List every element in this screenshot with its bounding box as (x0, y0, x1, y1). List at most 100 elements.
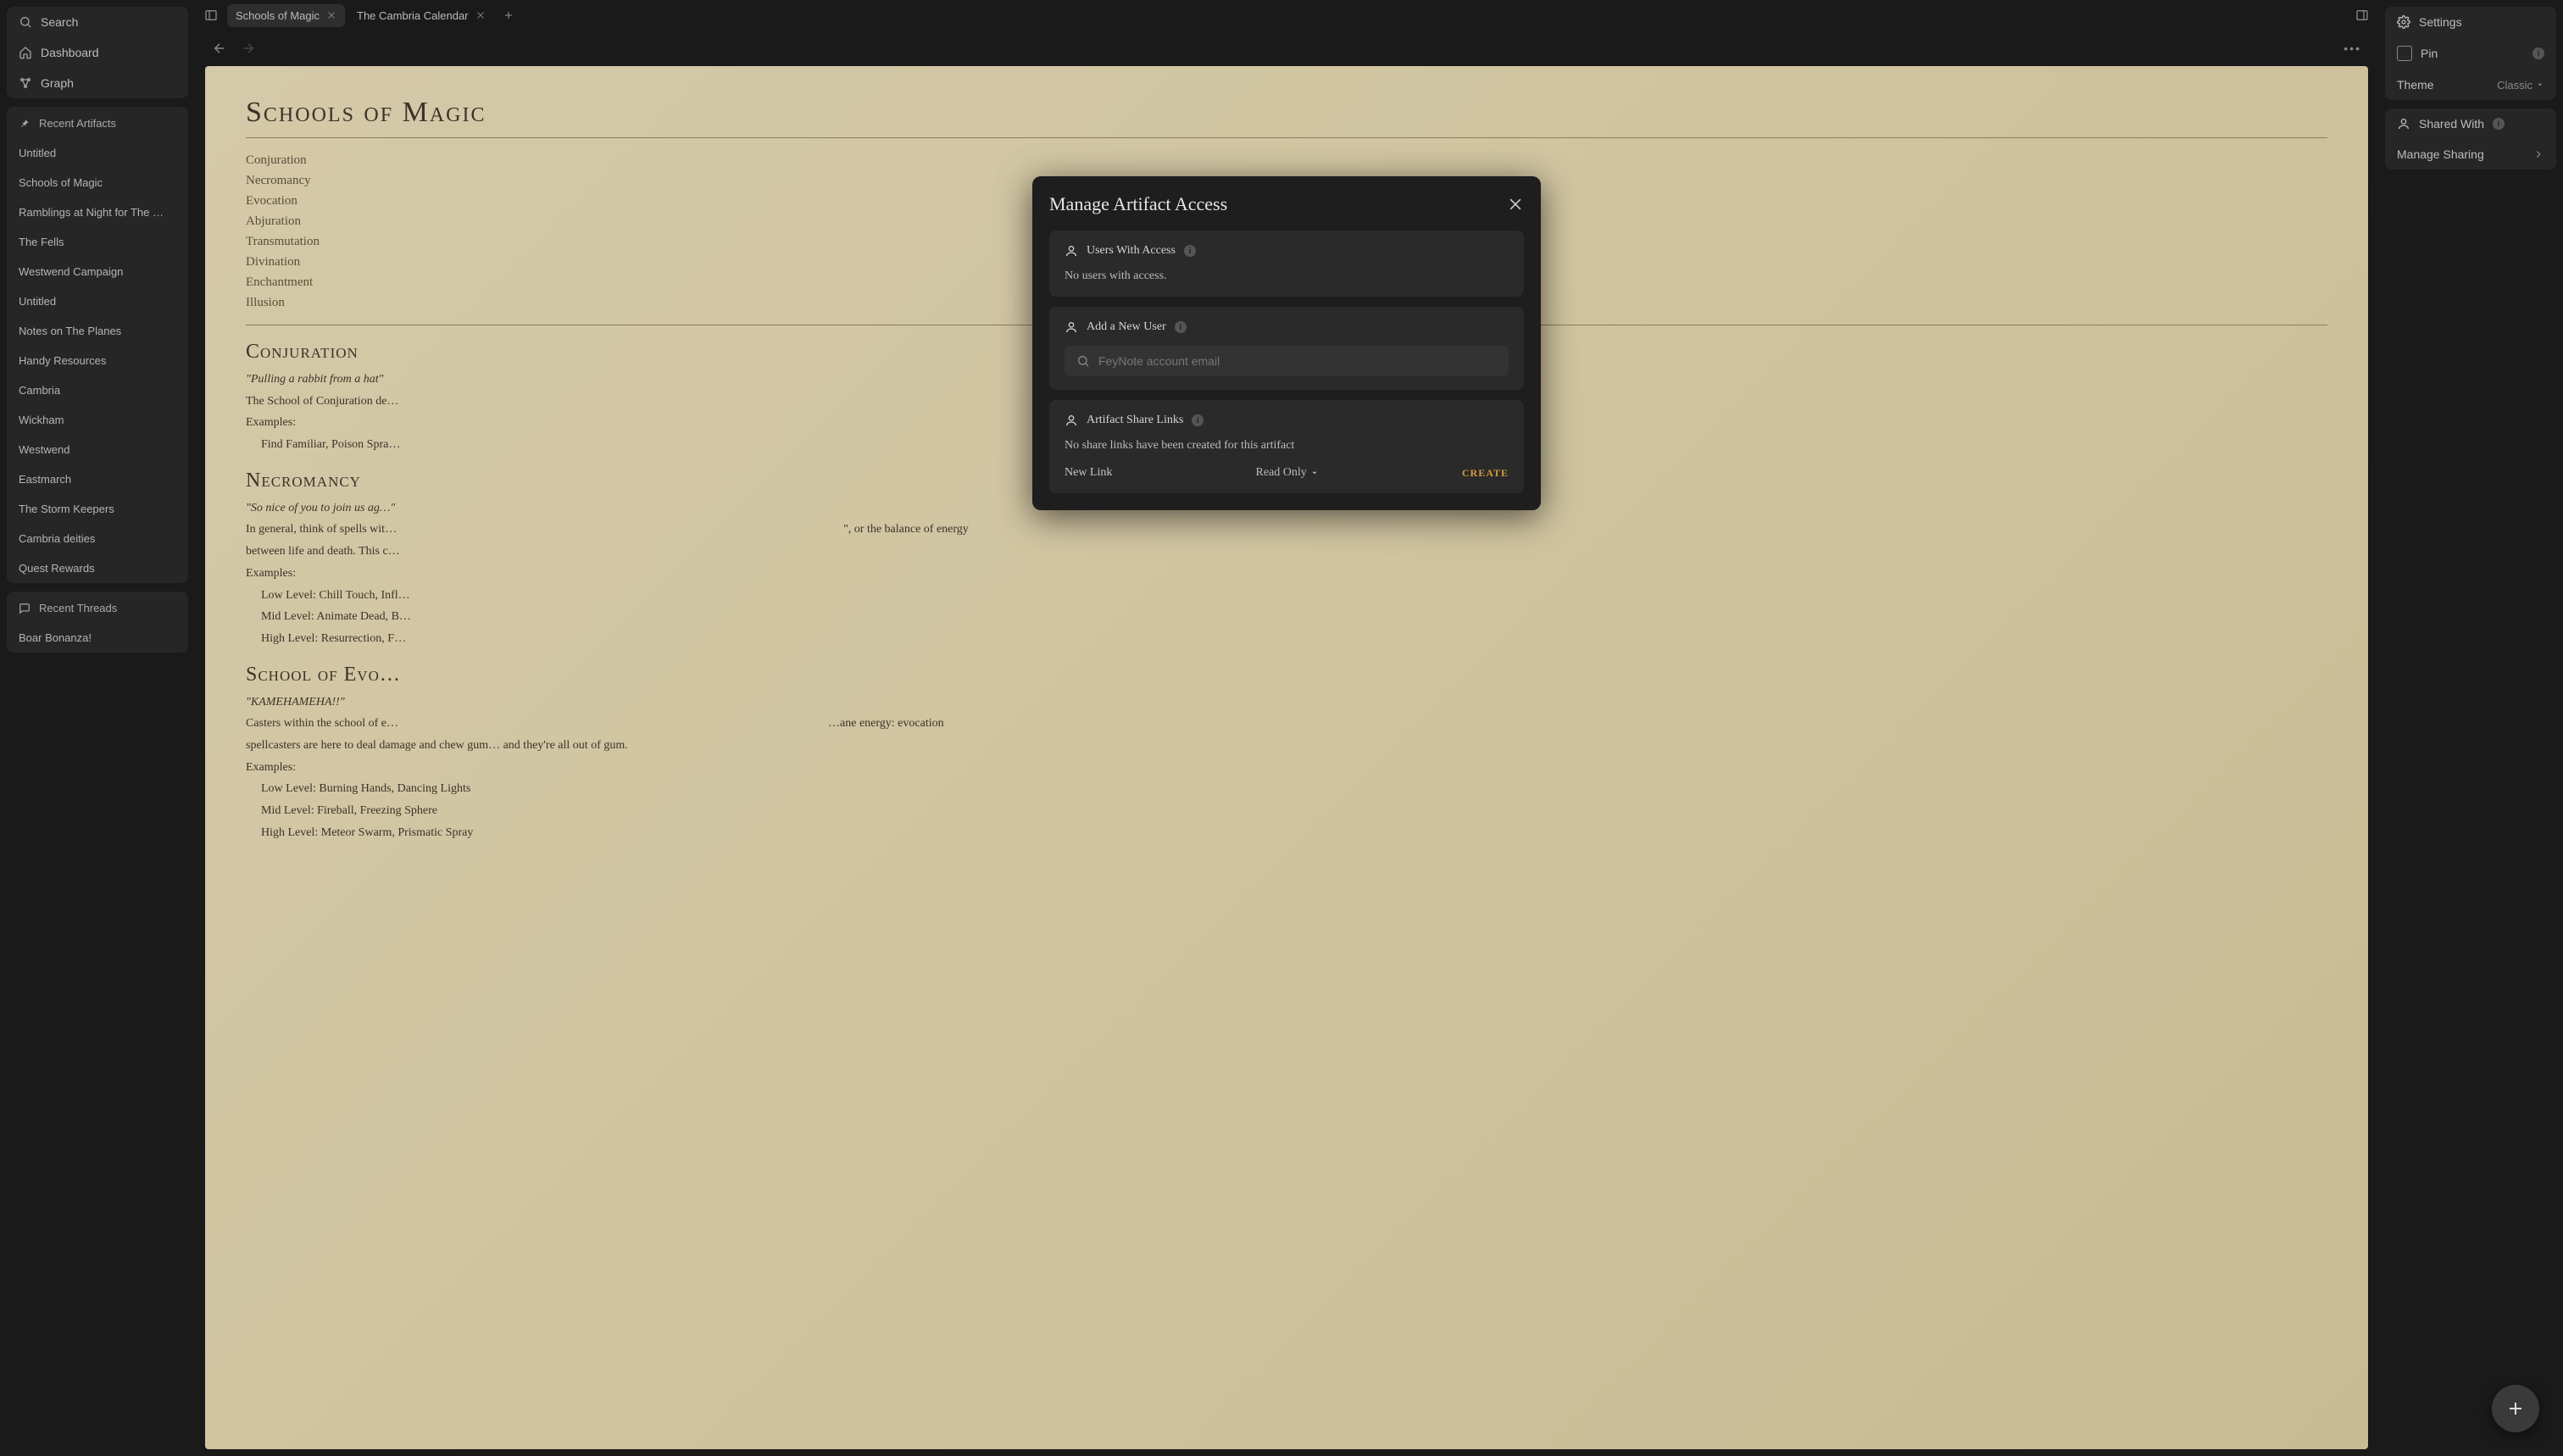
email-search-field[interactable] (1065, 346, 1509, 376)
chat-icon (19, 603, 31, 614)
permission-value: Read Only (1256, 466, 1307, 480)
close-icon[interactable] (475, 10, 486, 20)
collapse-right-icon[interactable] (2349, 3, 2375, 28)
users-with-access-card: Users With Access i No users with access… (1049, 231, 1524, 297)
new-link-label: New Link (1065, 466, 1112, 480)
add-new-user-card: Add a New User i (1049, 307, 1524, 390)
modal-title: Manage Artifact Access (1049, 193, 1227, 215)
user-icon (2397, 117, 2410, 131)
info-icon[interactable]: i (2493, 118, 2505, 130)
email-input[interactable] (1098, 354, 1497, 368)
tab-schools-of-magic[interactable]: Schools of Magic (227, 4, 345, 27)
thread-item[interactable]: Boar Bonanza! (7, 623, 188, 653)
artifact-item[interactable]: Wickham (7, 405, 188, 435)
tab-label: The Cambria Calendar (357, 9, 469, 22)
info-icon[interactable]: i (1175, 321, 1187, 333)
doc-text: Mid Level: Animate Dead, B… (246, 608, 2327, 626)
divider (246, 137, 2327, 138)
settings-header: Settings (2385, 7, 2556, 37)
artifact-item[interactable]: Quest Rewards (7, 553, 188, 583)
artifact-item[interactable]: The Fells (7, 227, 188, 257)
manage-sharing-row[interactable]: Manage Sharing (2385, 139, 2556, 169)
graph-row[interactable]: Graph (7, 68, 188, 98)
permission-select[interactable]: Read Only (1256, 466, 1319, 480)
pin-checkbox[interactable] (2397, 46, 2412, 61)
artifact-item[interactable]: Eastmarch (7, 464, 188, 494)
theme-select[interactable]: Classic (2497, 79, 2544, 92)
more-menu-button[interactable]: ••• (2340, 38, 2365, 58)
doc-text: Low Level: Chill Touch, Infl… (246, 586, 2327, 605)
artifact-item[interactable]: Westwend Campaign (7, 257, 188, 286)
doc-text: High Level: Resurrection, F… (246, 630, 2327, 648)
doc-text-span: Casters within the school of e… (246, 717, 398, 730)
artifact-item[interactable]: Handy Resources (7, 346, 188, 375)
forward-button[interactable] (237, 37, 259, 59)
card-title: Add a New User (1087, 320, 1166, 334)
share-links-card: Artifact Share Links i No share links ha… (1049, 400, 1524, 493)
artifact-item[interactable]: Ramblings at Night for The … (7, 197, 188, 227)
artifact-item[interactable]: Westwend (7, 435, 188, 464)
pin-icon (19, 118, 31, 130)
doc-text: "KAMEHAMEHA!!" (246, 693, 2327, 712)
chevron-right-icon (2532, 148, 2544, 160)
card-header: Users With Access i (1065, 244, 1509, 258)
toolbar: ••• (198, 31, 2375, 66)
artifact-item[interactable]: Untitled (7, 138, 188, 168)
info-icon[interactable]: i (1184, 245, 1196, 257)
card-header: Artifact Share Links i (1065, 414, 1509, 427)
search-label: Search (41, 15, 78, 29)
artifact-item[interactable]: Schools of Magic (7, 168, 188, 197)
theme-label: Theme (2397, 78, 2434, 92)
new-tab-button[interactable] (498, 4, 520, 26)
shared-with-label: Shared With (2419, 117, 2484, 131)
info-icon[interactable]: i (2532, 47, 2544, 59)
main-area: Schools of Magic The Cambria Calendar (195, 0, 2378, 1456)
modal-header: Manage Artifact Access (1049, 193, 1524, 215)
doc-text: Mid Level: Fireball, Freezing Sphere (246, 802, 2327, 820)
chevron-down-icon (1310, 469, 1319, 477)
section-heading-evocation: School of Evo… (246, 664, 2327, 686)
search-row[interactable]: Search (7, 7, 188, 37)
dashboard-label: Dashboard (41, 46, 99, 59)
recent-artifacts-panel: Recent Artifacts Untitled Schools of Mag… (7, 107, 188, 583)
settings-panel: Settings Pin i Theme Classic (2385, 7, 2556, 100)
artifact-list: Untitled Schools of Magic Ramblings at N… (7, 138, 188, 583)
info-icon[interactable]: i (1192, 414, 1204, 426)
doc-text-span: ", or the balance of energy (843, 523, 969, 536)
close-icon[interactable] (326, 10, 336, 20)
no-users-text: No users with access. (1065, 270, 1509, 283)
tab-cambria-calendar[interactable]: The Cambria Calendar (348, 4, 494, 27)
tab-label: Schools of Magic (236, 9, 320, 22)
graph-icon (19, 76, 32, 90)
sharing-panel: Shared With i Manage Sharing (2385, 108, 2556, 169)
toc-item[interactable]: Conjuration (246, 150, 2327, 170)
user-icon (1065, 244, 1078, 258)
theme-row[interactable]: Theme Classic (2385, 69, 2556, 100)
recent-artifacts-header: Recent Artifacts (7, 107, 188, 138)
pin-label: Pin (2421, 47, 2438, 60)
recent-threads-header: Recent Threads (7, 592, 188, 623)
recent-artifacts-label: Recent Artifacts (39, 117, 116, 130)
artifact-item[interactable]: Untitled (7, 286, 188, 316)
artifact-item[interactable]: Cambria deities (7, 524, 188, 553)
back-button[interactable] (208, 37, 231, 59)
collapse-left-icon[interactable] (198, 3, 224, 28)
artifact-item[interactable]: The Storm Keepers (7, 494, 188, 524)
close-icon[interactable] (1507, 196, 1524, 213)
create-link-button[interactable]: CREATE (1462, 467, 1509, 480)
card-header: Add a New User i (1065, 320, 1509, 334)
sidebar-right: Settings Pin i Theme Classic (2378, 0, 2563, 1456)
settings-label: Settings (2419, 15, 2462, 29)
pin-row[interactable]: Pin i (2385, 37, 2556, 69)
doc-text: between life and death. This c… (246, 542, 2327, 561)
new-link-row: New Link Read Only CREATE (1065, 466, 1509, 480)
dashboard-row[interactable]: Dashboard (7, 37, 188, 68)
doc-text: Low Level: Burning Hands, Dancing Lights (246, 780, 2327, 798)
no-links-text: No share links have been created for thi… (1065, 439, 1509, 453)
doc-text: Examples: (246, 564, 2327, 583)
document-view[interactable]: Schools of Magic Conjuration Necromancy … (205, 66, 2368, 1449)
artifact-item[interactable]: Notes on The Planes (7, 316, 188, 346)
theme-value: Classic (2497, 79, 2532, 92)
fab-add-button[interactable] (2492, 1385, 2539, 1432)
artifact-item[interactable]: Cambria (7, 375, 188, 405)
